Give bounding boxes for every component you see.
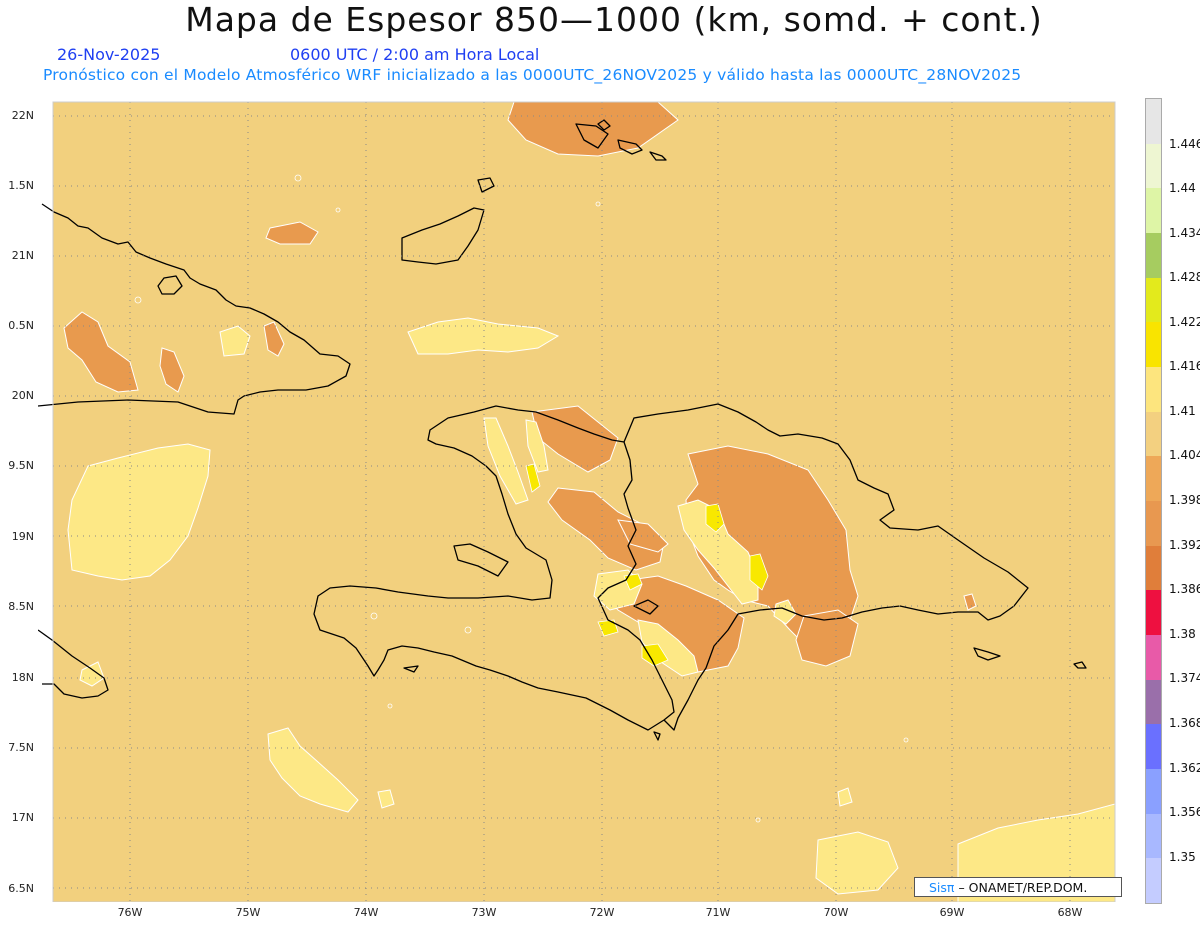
colorbar-segment <box>1146 724 1161 769</box>
colorbar <box>1145 98 1162 904</box>
colorbar-segment <box>1146 635 1161 680</box>
lat-label: 18N <box>11 671 34 684</box>
lon-label: 75W <box>235 906 261 919</box>
credit-text: – ONAMET/REP.DOM. <box>958 880 1088 895</box>
colorbar-segment <box>1146 99 1161 144</box>
forecast-note: Pronóstico con el Modelo Atmosférico WRF… <box>43 66 1022 84</box>
credit-brand: Sisπ <box>929 880 955 895</box>
colorbar-segment <box>1146 322 1161 367</box>
colorbar-segment <box>1146 813 1161 859</box>
colorbar-segment <box>1146 233 1161 278</box>
colorbar-label: 1.35 <box>1169 850 1196 864</box>
lat-label: 22N <box>11 109 34 122</box>
colorbar-segment <box>1146 143 1161 189</box>
colorbar-label: 1.398 <box>1169 493 1200 507</box>
lat-label: 19N <box>11 530 34 543</box>
colorbar-label: 1.434 <box>1169 226 1200 240</box>
lon-label: 70W <box>823 906 849 919</box>
colorbar-label: 1.416 <box>1169 359 1200 373</box>
colorbar-segment <box>1146 277 1161 323</box>
lat-label: 6.5N <box>8 882 34 895</box>
forecast-date: 26-Nov-2025 <box>57 45 161 64</box>
lat-label: 9.5N <box>8 459 34 472</box>
colorbar-segment <box>1146 858 1161 903</box>
lon-label: 72W <box>589 906 615 919</box>
thickness-map <box>38 101 1116 902</box>
lat-label: 7.5N <box>8 741 34 754</box>
colorbar-label: 1.44 <box>1169 181 1196 195</box>
colorbar-segment <box>1146 367 1161 412</box>
colorbar-segment <box>1146 501 1161 546</box>
colorbar-label: 1.392 <box>1169 538 1200 552</box>
colorbar-label: 1.404 <box>1169 448 1200 462</box>
colorbar-label: 1.362 <box>1169 761 1200 775</box>
colorbar-segment <box>1146 188 1161 233</box>
lon-label: 71W <box>705 906 731 919</box>
colorbar-label: 1.38 <box>1169 627 1196 641</box>
credit-box: Sisπ – ONAMET/REP.DOM. <box>914 877 1122 897</box>
lat-label: 1.5N <box>8 179 34 192</box>
colorbar-label: 1.41 <box>1169 404 1196 418</box>
lon-label: 73W <box>471 906 497 919</box>
lat-label: 17N <box>11 811 34 824</box>
lat-label: 8.5N <box>8 600 34 613</box>
colorbar-label: 1.356 <box>1169 805 1200 819</box>
colorbar-segment <box>1146 679 1161 725</box>
colorbar-segment <box>1146 590 1161 635</box>
colorbar-label: 1.374 <box>1169 671 1200 685</box>
lat-label: 21N <box>11 249 34 262</box>
colorbar-label: 1.368 <box>1169 716 1200 730</box>
colorbar-label: 1.422 <box>1169 315 1200 329</box>
colorbar-segment <box>1146 545 1161 591</box>
map-title: Mapa de Espesor 850—1000 (km, somd. + co… <box>185 0 1043 39</box>
lon-label: 68W <box>1057 906 1083 919</box>
valid-time: 0600 UTC / 2:00 am Hora Local <box>290 45 540 64</box>
lon-label: 69W <box>939 906 965 919</box>
colorbar-label: 1.428 <box>1169 270 1200 284</box>
colorbar-segment <box>1146 769 1161 814</box>
colorbar-segment <box>1146 456 1161 501</box>
lon-label: 76W <box>117 906 143 919</box>
lat-label: 20N <box>11 389 34 402</box>
lon-label: 74W <box>353 906 379 919</box>
colorbar-label: 1.386 <box>1169 582 1200 596</box>
lat-label: 0.5N <box>8 319 34 332</box>
colorbar-label: 1.446 <box>1169 137 1200 151</box>
colorbar-segment <box>1146 411 1161 457</box>
